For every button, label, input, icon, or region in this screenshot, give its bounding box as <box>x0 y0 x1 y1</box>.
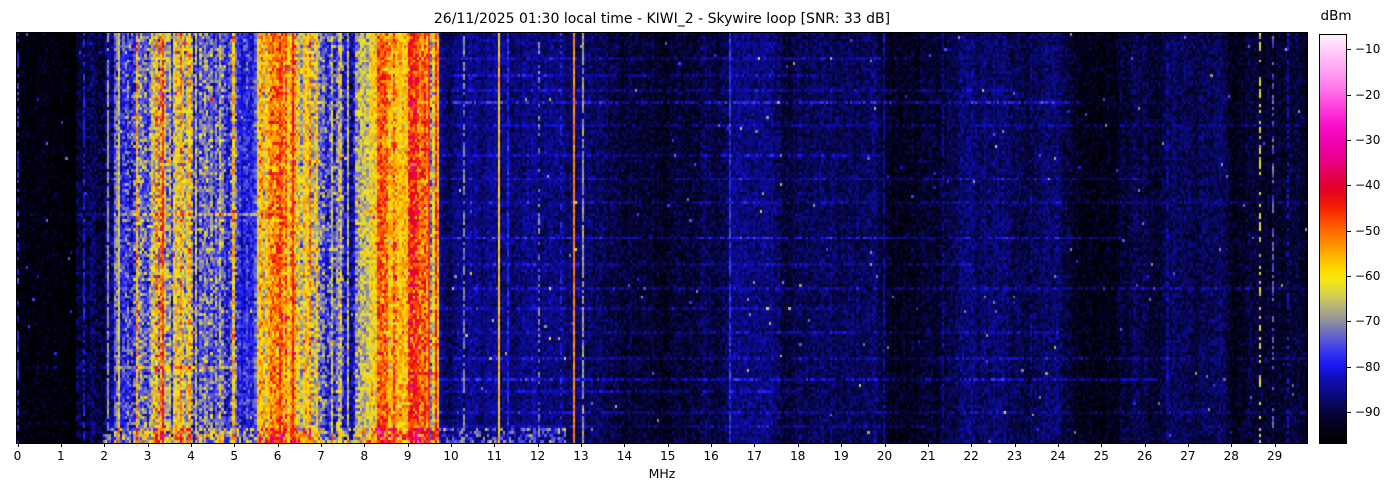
x-tick-label: 19 <box>834 449 849 463</box>
x-tick-label: 0 <box>14 449 22 463</box>
x-tick-label: 23 <box>1007 449 1022 463</box>
x-tick <box>18 443 19 447</box>
x-tick <box>1275 443 1276 447</box>
x-tick-label: 22 <box>964 449 979 463</box>
colorbar-tick-label: −20 <box>1355 88 1380 102</box>
x-tick-label: 8 <box>360 449 368 463</box>
x-tick-label: 3 <box>144 449 152 463</box>
x-tick-label: 2 <box>100 449 108 463</box>
x-tick-label: 29 <box>1267 449 1282 463</box>
x-tick <box>624 443 625 447</box>
colorbar-tick <box>1346 412 1351 413</box>
x-tick <box>278 443 279 447</box>
x-tick-label: 13 <box>573 449 588 463</box>
x-tick <box>798 443 799 447</box>
x-tick <box>1145 443 1146 447</box>
x-tick-label: 5 <box>230 449 238 463</box>
colorbar <box>1319 34 1347 444</box>
x-tick-label: 9 <box>404 449 412 463</box>
x-axis-unit-label: MHz <box>17 467 1307 481</box>
colorbar-unit-label: dBm <box>1312 8 1360 24</box>
x-tick-label: 4 <box>187 449 195 463</box>
waterfall-spectrogram-canvas <box>17 33 1307 443</box>
x-tick-label: 17 <box>747 449 762 463</box>
x-tick-label: 20 <box>877 449 892 463</box>
x-tick <box>1231 443 1232 447</box>
x-tick-label: 28 <box>1224 449 1239 463</box>
x-tick-label: 12 <box>530 449 545 463</box>
x-tick-label: 10 <box>443 449 458 463</box>
x-tick-label: 6 <box>274 449 282 463</box>
colorbar-tick <box>1346 140 1351 141</box>
x-tick <box>61 443 62 447</box>
x-tick <box>581 443 582 447</box>
x-tick <box>1101 443 1102 447</box>
x-tick <box>754 443 755 447</box>
x-tick <box>885 443 886 447</box>
x-tick <box>841 443 842 447</box>
x-tick <box>1015 443 1016 447</box>
x-tick <box>1058 443 1059 447</box>
colorbar-gradient <box>1320 35 1346 443</box>
waterfall-plot-area <box>16 32 1308 444</box>
colorbar-tick-label: −40 <box>1355 178 1380 192</box>
colorbar-tick-label: −30 <box>1355 133 1380 147</box>
x-tick-label: 24 <box>1050 449 1065 463</box>
colorbar-tick <box>1346 276 1351 277</box>
x-tick <box>494 443 495 447</box>
x-tick-label: 14 <box>617 449 632 463</box>
colorbar-tick <box>1346 185 1351 186</box>
x-tick <box>364 443 365 447</box>
colorbar-tick-label: −50 <box>1355 224 1380 238</box>
x-tick-label: 1 <box>57 449 65 463</box>
x-tick <box>711 443 712 447</box>
x-tick-label: 15 <box>660 449 675 463</box>
x-tick <box>234 443 235 447</box>
spectrogram-figure: 26/11/2025 01:30 local time - KIWI_2 - S… <box>0 0 1400 500</box>
x-tick <box>1188 443 1189 447</box>
x-tick <box>408 443 409 447</box>
colorbar-tick-label: −10 <box>1355 42 1380 56</box>
colorbar-tick <box>1346 321 1351 322</box>
colorbar-tick-label: −70 <box>1355 314 1380 328</box>
x-tick-label: 27 <box>1180 449 1195 463</box>
x-tick <box>538 443 539 447</box>
x-tick-label: 26 <box>1137 449 1152 463</box>
x-tick <box>104 443 105 447</box>
x-tick <box>321 443 322 447</box>
x-tick <box>191 443 192 447</box>
x-tick <box>971 443 972 447</box>
spectrogram-title: 26/11/2025 01:30 local time - KIWI_2 - S… <box>17 11 1307 27</box>
colorbar-tick-label: −60 <box>1355 269 1380 283</box>
x-tick-label: 18 <box>790 449 805 463</box>
x-tick <box>668 443 669 447</box>
x-tick-label: 16 <box>703 449 718 463</box>
colorbar-tick <box>1346 367 1351 368</box>
x-tick <box>451 443 452 447</box>
x-tick <box>928 443 929 447</box>
x-tick <box>148 443 149 447</box>
x-tick-label: 21 <box>920 449 935 463</box>
colorbar-tick <box>1346 95 1351 96</box>
colorbar-tick-label: −80 <box>1355 360 1380 374</box>
colorbar-tick <box>1346 49 1351 50</box>
colorbar-tick-label: −90 <box>1355 405 1380 419</box>
x-tick-label: 25 <box>1094 449 1109 463</box>
x-tick-label: 11 <box>487 449 502 463</box>
colorbar-tick <box>1346 231 1351 232</box>
x-tick-label: 7 <box>317 449 325 463</box>
